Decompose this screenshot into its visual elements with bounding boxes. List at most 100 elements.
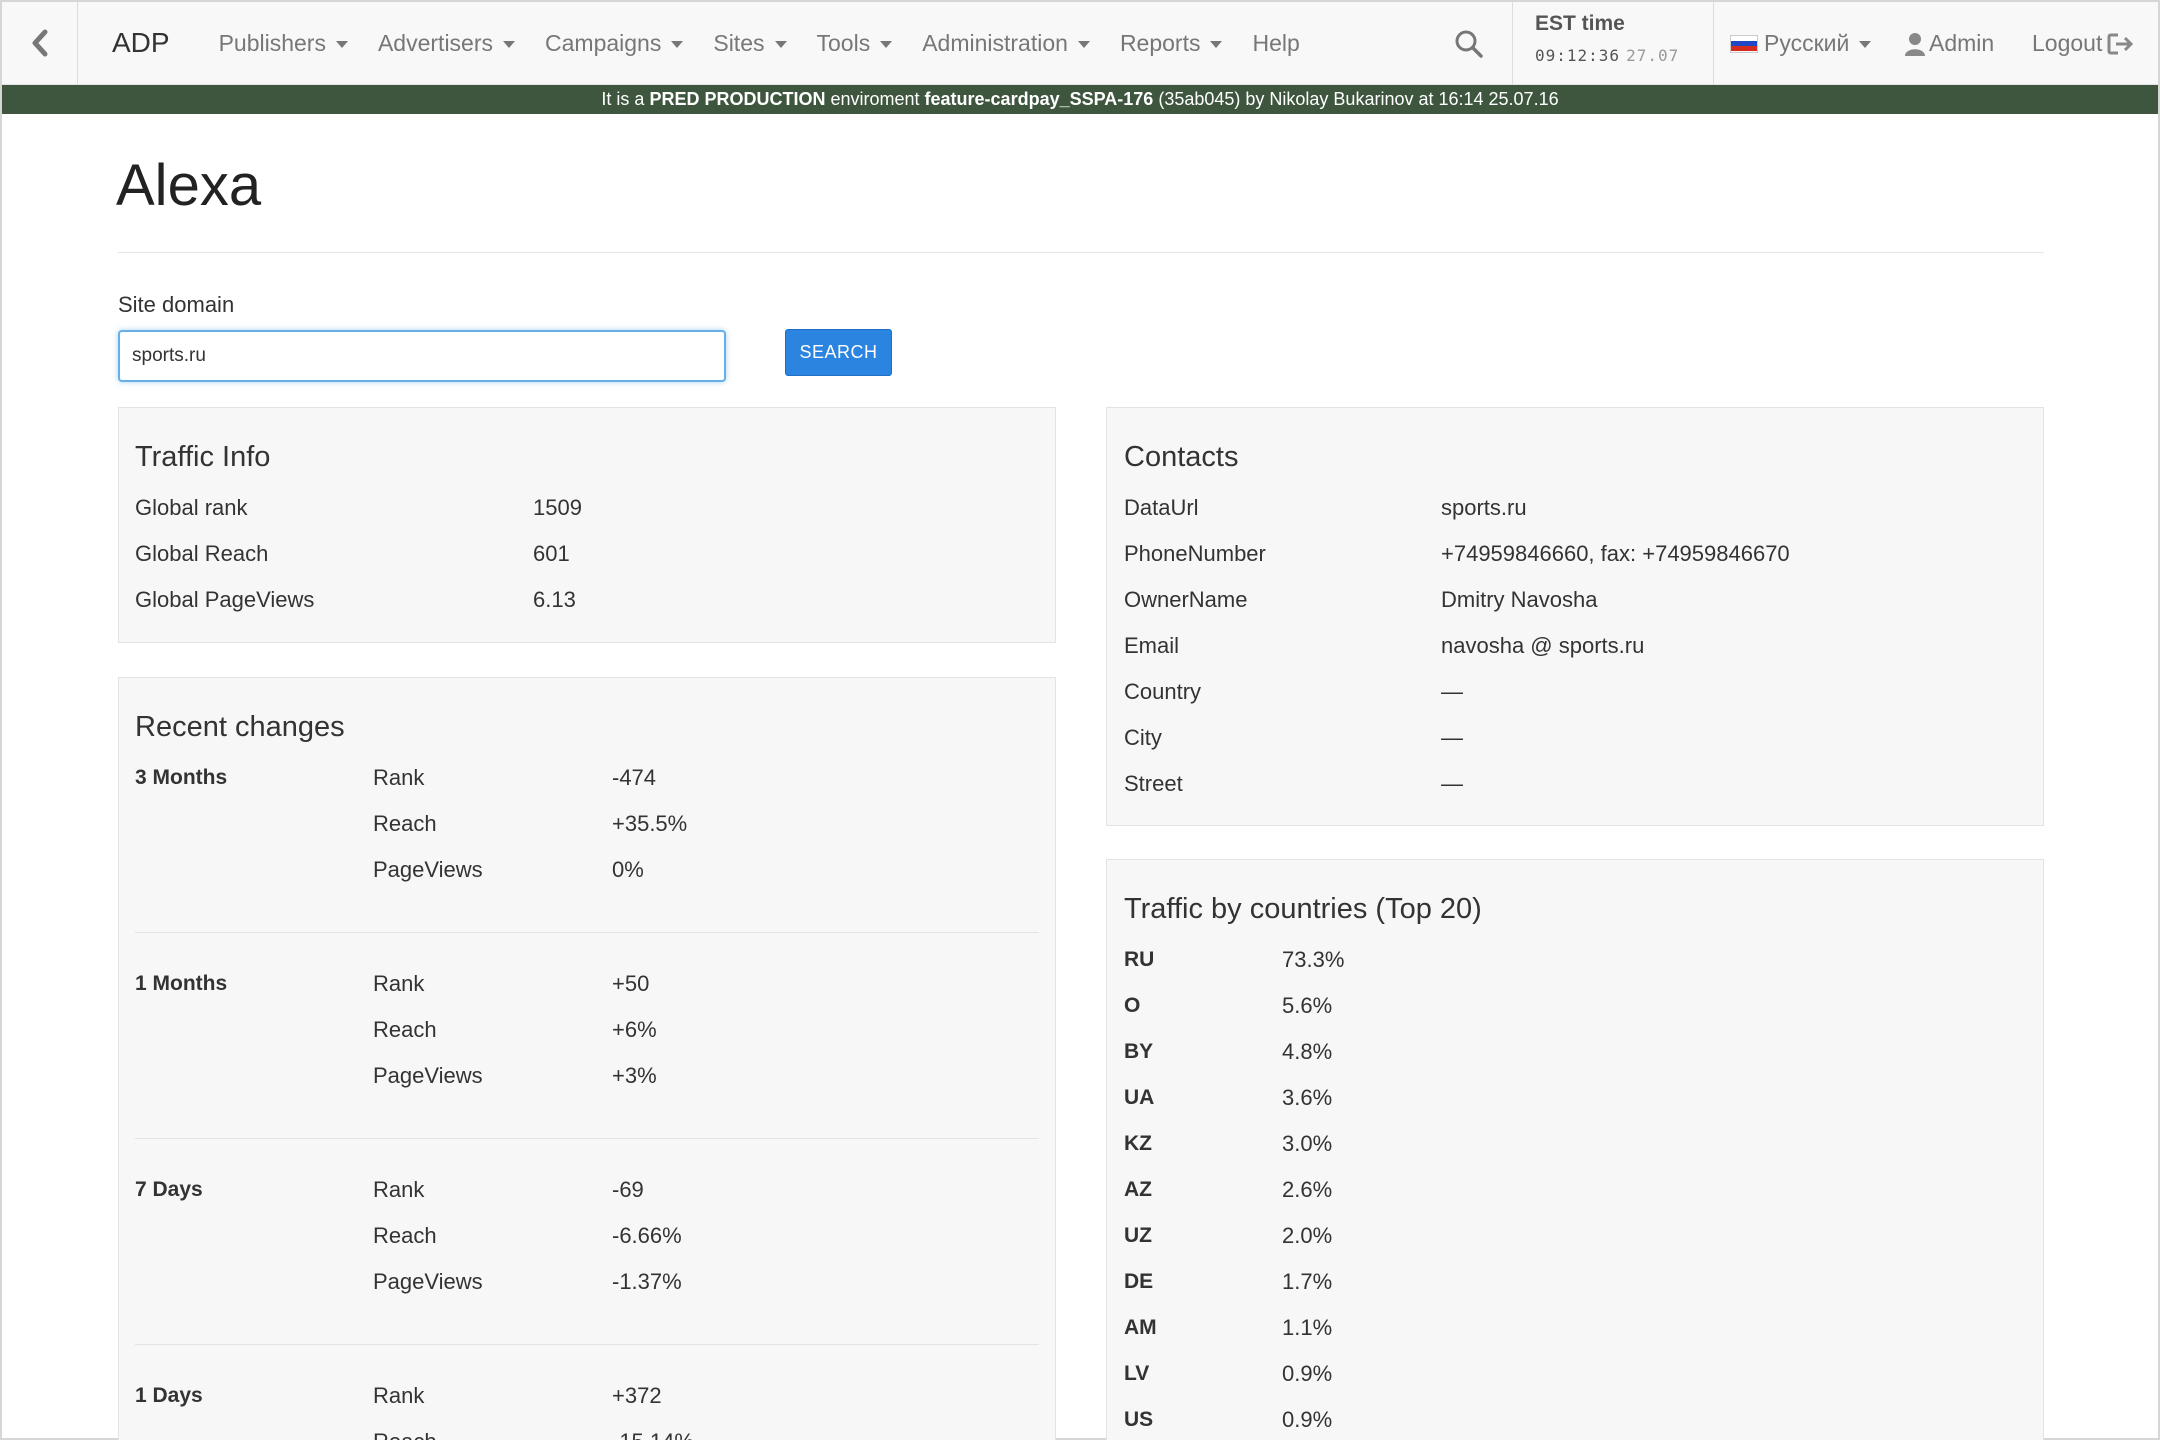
search-submit-button[interactable]: SEARCH [785,329,892,376]
menu-label: Tools [816,29,871,56]
user-icon [1905,32,1925,56]
recent-changes-title: Recent changes [135,711,345,743]
menu-sites[interactable]: Sites [698,2,801,84]
menu-tools[interactable]: Tools [802,2,908,84]
est-time: 09:12:36 [1535,46,1621,65]
language-selector[interactable]: Русский [1730,2,1872,85]
change-value: -15.14% [612,1429,694,1440]
change-key: Rank [373,1383,425,1408]
menu-label: Help [1252,29,1300,56]
caret-down-icon [335,40,348,48]
site-domain-label: Site domain [118,292,235,317]
change-key: Rank [373,765,425,790]
country-code: UZ [1124,1224,1152,1247]
contact-value: +74959846660, fax: +74959846670 [1441,541,1790,566]
country-share: 2.0% [1282,1223,1333,1248]
country-code: LV [1124,1362,1150,1385]
caret-down-icon [503,40,516,48]
caret-down-icon [880,40,893,48]
change-key: PageViews [373,857,483,882]
period-divider [135,1138,1039,1139]
menu-campaigns[interactable]: Campaigns [530,2,698,84]
country-share: 3.0% [1282,1131,1333,1156]
country-code: AZ [1124,1178,1152,1201]
contact-key: PhoneNumber [1124,541,1266,566]
est-time-readout: 09:12:36 27.07 [1535,46,1713,65]
country-code: UA [1124,1086,1155,1109]
caret-down-icon [774,40,787,48]
country-code: DE [1124,1270,1154,1293]
period-divider [135,1344,1039,1345]
contact-value: — [1441,679,1463,704]
contact-key: Email [1124,633,1180,658]
country-code: AM [1124,1316,1157,1339]
search-button[interactable] [1426,2,1512,85]
contact-value: sports.ru [1441,495,1527,520]
site-domain-input[interactable] [118,330,726,382]
recent-changes-panel: Recent changes 3 Months Rank -474 Reach +3… [118,677,1056,1440]
user-menu[interactable]: Admin [1904,2,1994,85]
traffic-info-title: Traffic Info [135,441,271,473]
est-date: 27.07 [1626,46,1680,65]
logout-label: Logout [2032,30,2103,56]
est-clock: EST time 09:12:36 27.07 [1512,2,1714,85]
traffic-key: Global rank [135,495,248,520]
country-share: 5.6% [1282,993,1333,1018]
change-value: +35.5% [612,811,688,836]
caret-down-icon [1210,40,1223,48]
country-share: 1.7% [1282,1269,1333,1294]
country-code: RU [1124,948,1155,971]
contact-value: — [1441,771,1463,796]
traffic-value: 1509 [533,495,582,520]
menu-help[interactable]: Help [1237,2,1314,84]
traffic-key: Global Reach [135,541,269,566]
contact-value: navosha @ sports.ru [1441,633,1645,658]
logout-link[interactable]: Logout [2032,2,2134,85]
contact-key: DataUrl [1124,495,1199,520]
period-label: 3 Months [135,766,228,789]
change-key: Rank [373,1177,425,1202]
user-name: Admin [1929,30,1995,56]
traffic-by-countries-panel: Traffic by countries (Top 20) RU 73.3% O 5… [1106,859,2044,1440]
change-key: Reach [373,811,437,836]
change-value: -1.37% [612,1269,682,1294]
contact-value: Dmitry Navosha [1441,587,1598,612]
banner-env: PRED PRODUCTION [649,89,826,109]
menu-reports[interactable]: Reports [1105,2,1238,84]
contact-key: OwnerName [1124,587,1248,612]
brand-link[interactable]: ADP [78,2,204,84]
est-title: EST time [1535,12,1625,35]
menu-label: Sites [713,29,765,56]
main-menu: Publishers Advertisers Campaigns Sites T… [204,2,1315,84]
contacts-panel: Contacts DataUrl sports.ru PhoneNumber +74… [1106,407,2044,826]
title-divider [118,252,2044,253]
chevron-left-icon [32,29,47,57]
russian-flag-icon [1730,34,1758,53]
caret-down-icon [671,40,684,48]
top-navbar: ADP Publishers Advertisers Campaigns Sit… [2,2,2158,85]
contact-value: — [1441,725,1463,750]
change-value: 0% [612,857,644,882]
country-share: 0.9% [1282,1361,1333,1386]
menu-administration[interactable]: Administration [907,2,1105,84]
menu-label: Advertisers [377,29,494,56]
country-share: 3.6% [1282,1085,1333,1110]
change-value: +6% [612,1017,657,1042]
change-key: PageViews [373,1063,483,1088]
back-button[interactable] [2,2,78,84]
change-key: Rank [373,971,425,996]
banner-branch: feature-cardpay_SSPA-176 [924,89,1154,109]
caret-down-icon [1859,41,1872,48]
change-key: Reach [373,1223,437,1248]
caret-down-icon [1077,40,1090,48]
menu-label: Publishers [218,29,326,56]
banner-prefix: It is a [601,89,645,109]
traffic-key: Global PageViews [135,587,315,612]
country-share: 0.9% [1282,1407,1333,1432]
menu-publishers[interactable]: Publishers [204,2,363,84]
countries-title: Traffic by countries (Top 20) [1124,893,1482,925]
change-value: -69 [612,1177,644,1202]
menu-advertisers[interactable]: Advertisers [363,2,530,84]
country-code: O [1124,994,1141,1017]
change-key: Reach [373,1429,437,1440]
